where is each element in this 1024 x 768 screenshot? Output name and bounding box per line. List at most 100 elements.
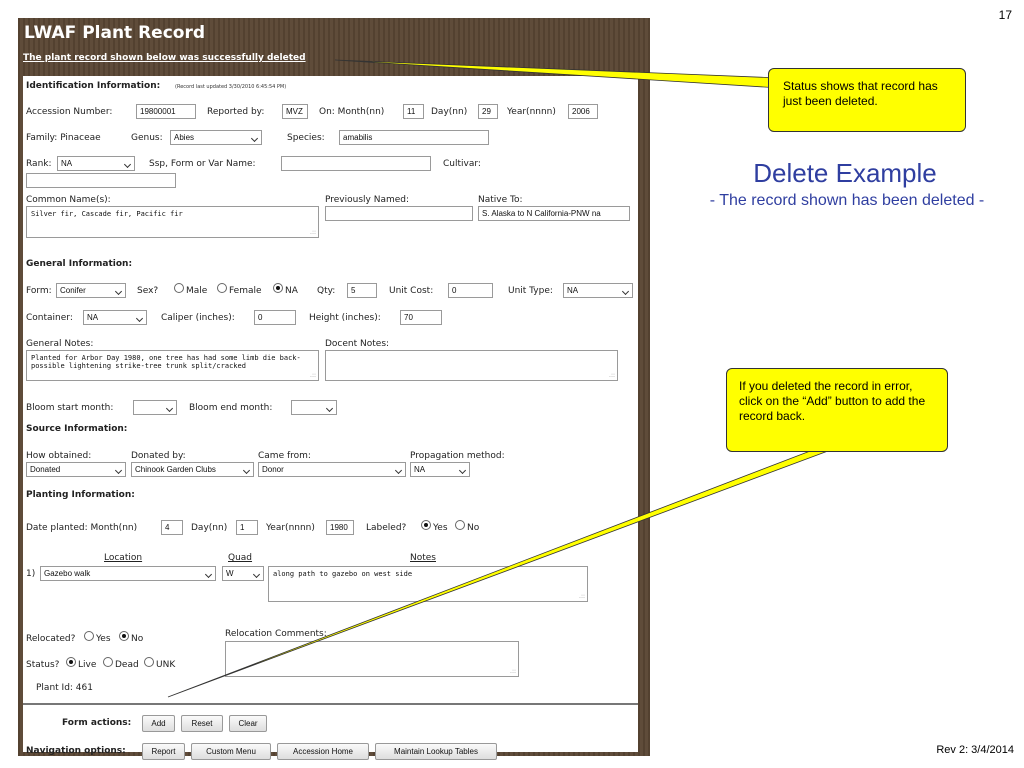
planted-year-label: Year(nnnn) [266,523,315,533]
labeled-yes-label: Yes [433,523,448,533]
ssp-input[interactable] [281,156,431,171]
location-select[interactable]: Gazebo walk [40,566,216,581]
docent-notes-textarea[interactable]: .:: [325,350,618,381]
source-heading: Source Information: [26,424,128,434]
slide-number: 17 [998,8,1012,22]
bloom-end-select[interactable] [291,400,337,415]
location-notes-text: along path to gazebo on west side [273,570,413,578]
sex-male-label: Male [186,286,208,296]
genus-label: Genus: [131,133,163,143]
quad-header: Quad [228,553,253,563]
how-obtained-label: How obtained: [26,451,92,461]
common-names-textarea[interactable]: Silver fir, Cascade fir, Pacific fir.:: [26,206,319,238]
app-screenshot: LWAF Plant Record The plant record shown… [18,18,650,760]
relocated-yes-radio[interactable] [84,631,94,641]
labeled-no-radio[interactable] [455,520,465,530]
maintain-lookup-tables-button[interactable]: Maintain Lookup Tables [375,743,497,760]
status-unk-radio[interactable] [144,657,154,667]
genus-select[interactable]: Abies [170,130,262,145]
identification-heading: Identification Information: [26,81,161,91]
cultivar-input[interactable] [26,173,176,188]
form-divider [23,703,638,705]
status-callout: Status shows that record has just been d… [768,68,966,132]
sex-na-radio[interactable] [273,283,283,293]
planted-day-label: Day(nn) [191,523,228,533]
accession-home-button[interactable]: Accession Home [277,743,369,760]
reported-day-input[interactable]: 29 [478,104,498,119]
unit-type-select[interactable]: NA [563,283,633,298]
resize-grip-icon: .:: [310,372,316,379]
reported-year-input[interactable]: 2006 [568,104,598,119]
relocated-label: Relocated? [26,634,76,644]
labeled-label: Labeled? [366,523,407,533]
caliper-input[interactable]: 0 [254,310,296,325]
species-input[interactable]: amabilis [339,130,489,145]
docent-notes-label: Docent Notes: [325,339,390,349]
sex-male-radio[interactable] [174,283,184,293]
container-select[interactable]: NA [83,310,147,325]
labeled-no-label: No [467,523,480,533]
height-input[interactable]: 70 [400,310,442,325]
came-from-label: Came from: [258,451,311,461]
status-label: Status? [26,660,60,670]
clear-button[interactable]: Clear [229,715,267,732]
native-to-label: Native To: [478,195,523,205]
general-notes-textarea[interactable]: Planted for Arbor Day 1980, one tree has… [26,350,319,381]
relocated-no-radio[interactable] [119,631,129,641]
reset-button[interactable]: Reset [181,715,223,732]
on-month-label: On: Month(nn) [319,107,385,117]
location-notes-textarea[interactable]: along path to gazebo on west side.:: [268,566,588,602]
app-title: LWAF Plant Record [24,23,206,43]
general-notes-text: Planted for Arbor Day 1980, one tree has… [31,354,301,370]
labeled-yes-radio[interactable] [421,520,431,530]
rank-select[interactable]: NA [57,156,135,171]
slide-subtitle: - The record shown has been deleted - [709,192,985,209]
report-button[interactable]: Report [142,743,185,760]
planted-year-input[interactable]: 1980 [326,520,354,535]
sex-label: Sex? [137,286,159,296]
plant-id-label: Plant Id: 461 [36,683,93,693]
reported-month-input[interactable]: 11 [403,104,424,119]
propagation-select[interactable]: NA [410,462,470,477]
previously-named-label: Previously Named: [325,195,410,205]
status-live-radio[interactable] [66,657,76,667]
previously-named-input[interactable] [325,206,473,221]
add-button-callout: If you deleted the record in error, clic… [726,368,948,452]
form-label: Form: [26,286,52,296]
qty-input[interactable]: 5 [347,283,377,298]
bloom-end-label: Bloom end month: [189,403,273,413]
reported-by-input[interactable]: MVZ [282,104,308,119]
custom-menu-button[interactable]: Custom Menu [191,743,271,760]
unit-cost-input[interactable]: 0 [448,283,493,298]
location-header: Location [104,553,143,563]
planted-month-input[interactable]: 4 [161,520,183,535]
common-names-text: Silver fir, Cascade fir, Pacific fir [31,210,183,218]
ssp-label: Ssp, Form or Var Name: [149,159,256,169]
add-button[interactable]: Add [142,715,175,732]
revision-footer: Rev 2: 3/4/2014 [936,744,1014,756]
quad-select[interactable]: W [222,566,264,581]
relocation-comments-textarea[interactable]: .:: [225,641,519,677]
form-select[interactable]: Conifer [56,283,126,298]
status-dead-radio[interactable] [103,657,113,667]
accession-label: Accession Number: [26,107,113,117]
donated-by-select[interactable]: Chinook Garden Clubs [131,462,254,477]
planted-day-input[interactable]: 1 [236,520,258,535]
cultivar-label: Cultivar: [443,159,481,169]
status-dead-label: Dead [115,660,139,670]
bloom-start-label: Bloom start month: [26,403,114,413]
native-to-input[interactable]: S. Alaska to N California-PNW na [478,206,630,221]
relocation-comments-label: Relocation Comments: [225,629,327,639]
accession-number-input[interactable]: 19800001 [136,104,196,119]
reported-by-label: Reported by: [207,107,265,117]
location-row-number: 1) [26,569,36,579]
sex-female-radio[interactable] [217,283,227,293]
resize-grip-icon: .:: [510,668,516,675]
caliper-label: Caliper (inches): [161,313,235,323]
rank-label: Rank: [26,159,52,169]
how-obtained-select[interactable]: Donated [26,462,126,477]
came-from-select[interactable]: Donor [258,462,406,477]
sex-na-label: NA [285,286,298,296]
bloom-start-select[interactable] [133,400,177,415]
resize-grip-icon: .:: [310,229,316,236]
